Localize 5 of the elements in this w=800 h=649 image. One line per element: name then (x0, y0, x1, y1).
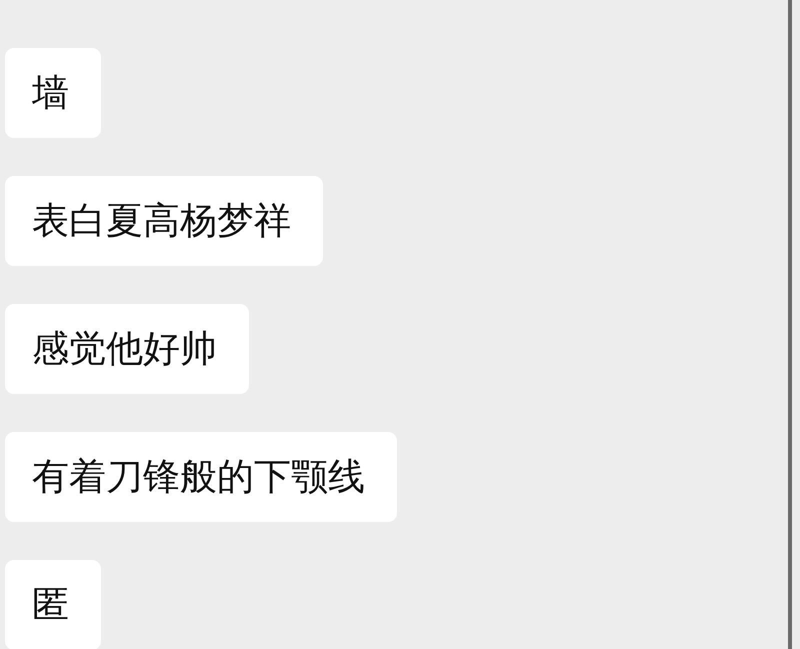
message-bubble: 匿 (5, 560, 101, 649)
message-bubble: 表白夏高杨梦祥 (5, 176, 323, 266)
message-bubble: 墙 (5, 48, 101, 138)
message-bubble: 感觉他好帅 (5, 304, 249, 394)
message-bubble: 有着刀锋般的下颚线 (5, 432, 397, 522)
